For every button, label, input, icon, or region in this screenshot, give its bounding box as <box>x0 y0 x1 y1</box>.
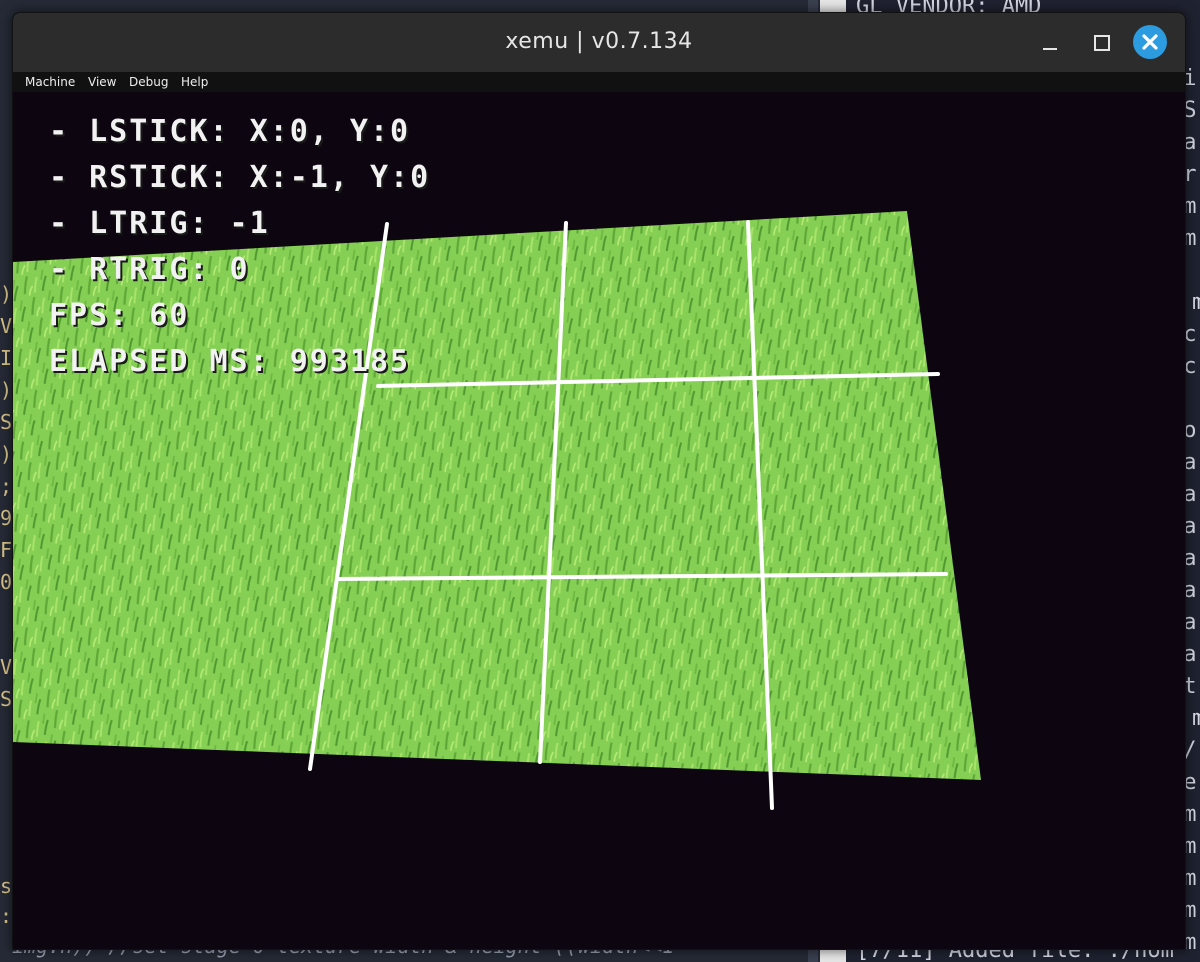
menu-machine[interactable]: Machine <box>25 75 75 89</box>
xemu-window: xemu | v0.7.134 Machine View Debug Help <box>12 12 1186 950</box>
editor-fragment: V <box>0 655 13 679</box>
grass-plane <box>13 211 981 780</box>
editor-fragment: V <box>0 314 13 338</box>
editor-fragment: s <box>0 874 13 898</box>
hud-rstick: - RSTICK: X:-1, Y:0 <box>49 160 431 195</box>
editor-fragment: S <box>0 687 13 711</box>
hud-elapsed-ms: ELAPSED MS: 993185 <box>49 344 411 379</box>
editor-fragment: ) <box>0 442 13 466</box>
hud-fps: FPS: 60 <box>49 298 190 333</box>
menu-view[interactable]: View <box>88 75 116 89</box>
hud-lstick: - LSTICK: X:0, Y:0 <box>49 114 411 149</box>
editor-fragment: S <box>0 410 13 434</box>
menu-help[interactable]: Help <box>181 75 208 89</box>
hud-ltrig: - LTRIG: -1 <box>49 206 270 241</box>
editor-fragment: I <box>0 346 13 370</box>
close-icon[interactable] <box>1133 25 1167 59</box>
editor-fragment: : <box>0 904 13 928</box>
hud-rtrig: - RTRIG: 0 <box>49 252 250 287</box>
editor-fragment: 9 <box>0 506 13 530</box>
menu-bar: Machine View Debug Help <box>13 72 1185 92</box>
editor-fragment: ; <box>0 474 13 498</box>
title-bar[interactable]: xemu | v0.7.134 <box>13 13 1185 72</box>
maximize-icon[interactable] <box>1085 27 1117 59</box>
menu-debug[interactable]: Debug <box>129 75 168 89</box>
minimize-icon[interactable] <box>1033 27 1065 59</box>
editor-fragment: F <box>0 538 13 562</box>
window-title: xemu | v0.7.134 <box>505 29 693 54</box>
editor-fragment: ) <box>0 282 13 306</box>
emulator-viewport[interactable]: - LSTICK: X:0, Y:0 - RSTICK: X:-1, Y:0 -… <box>13 92 1185 949</box>
editor-fragment: ) <box>0 378 13 402</box>
editor-fragment: 0 <box>0 570 13 594</box>
